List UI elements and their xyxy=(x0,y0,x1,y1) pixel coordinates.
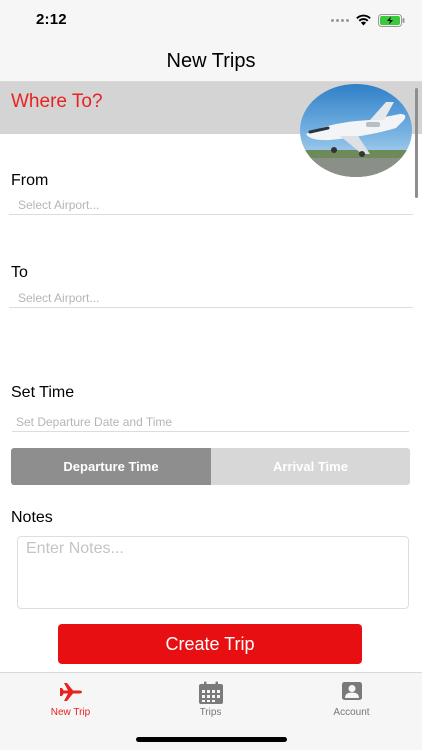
tab-label: New Trip xyxy=(50,707,91,718)
from-label: From xyxy=(11,172,49,189)
arrival-time-segment[interactable]: Arrival Time xyxy=(211,448,410,485)
battery-charging-icon xyxy=(378,14,405,27)
notes-textarea[interactable]: Enter Notes... xyxy=(17,536,409,609)
jet-photo xyxy=(300,84,412,177)
from-airport-field[interactable]: Select Airport... xyxy=(9,195,413,215)
set-time-label: Set Time xyxy=(11,384,75,401)
account-icon xyxy=(341,682,362,700)
to-airport-field[interactable]: Select Airport... xyxy=(9,288,413,308)
tab-label: Account xyxy=(333,707,370,718)
scroll-indicator[interactable] xyxy=(415,88,418,198)
create-trip-button[interactable]: Create Trip xyxy=(58,624,362,664)
tab-trips[interactable]: Trips xyxy=(140,673,281,723)
page-title: New Trips xyxy=(166,50,256,72)
tab-account[interactable]: Account xyxy=(281,673,422,723)
wifi-icon xyxy=(356,14,371,26)
where-to-title: Where To? xyxy=(11,91,103,112)
calendar-icon xyxy=(198,681,223,704)
to-label: To xyxy=(11,264,28,281)
departure-datetime-field[interactable]: Set Departure Date and Time xyxy=(12,412,409,432)
departure-time-segment[interactable]: Departure Time xyxy=(11,448,211,485)
tab-label: Trips xyxy=(199,707,222,718)
jet-illustration xyxy=(300,84,412,177)
airplane-icon xyxy=(59,683,82,701)
navigation-bar: New Trips xyxy=(0,44,422,82)
status-bar: 2:12 xyxy=(0,0,422,44)
home-indicator xyxy=(136,737,287,742)
status-time: 2:12 xyxy=(36,11,67,28)
cellular-signal-icon xyxy=(331,17,351,23)
notes-label: Notes xyxy=(11,509,53,526)
tab-new-trip[interactable]: New Trip xyxy=(0,673,141,723)
